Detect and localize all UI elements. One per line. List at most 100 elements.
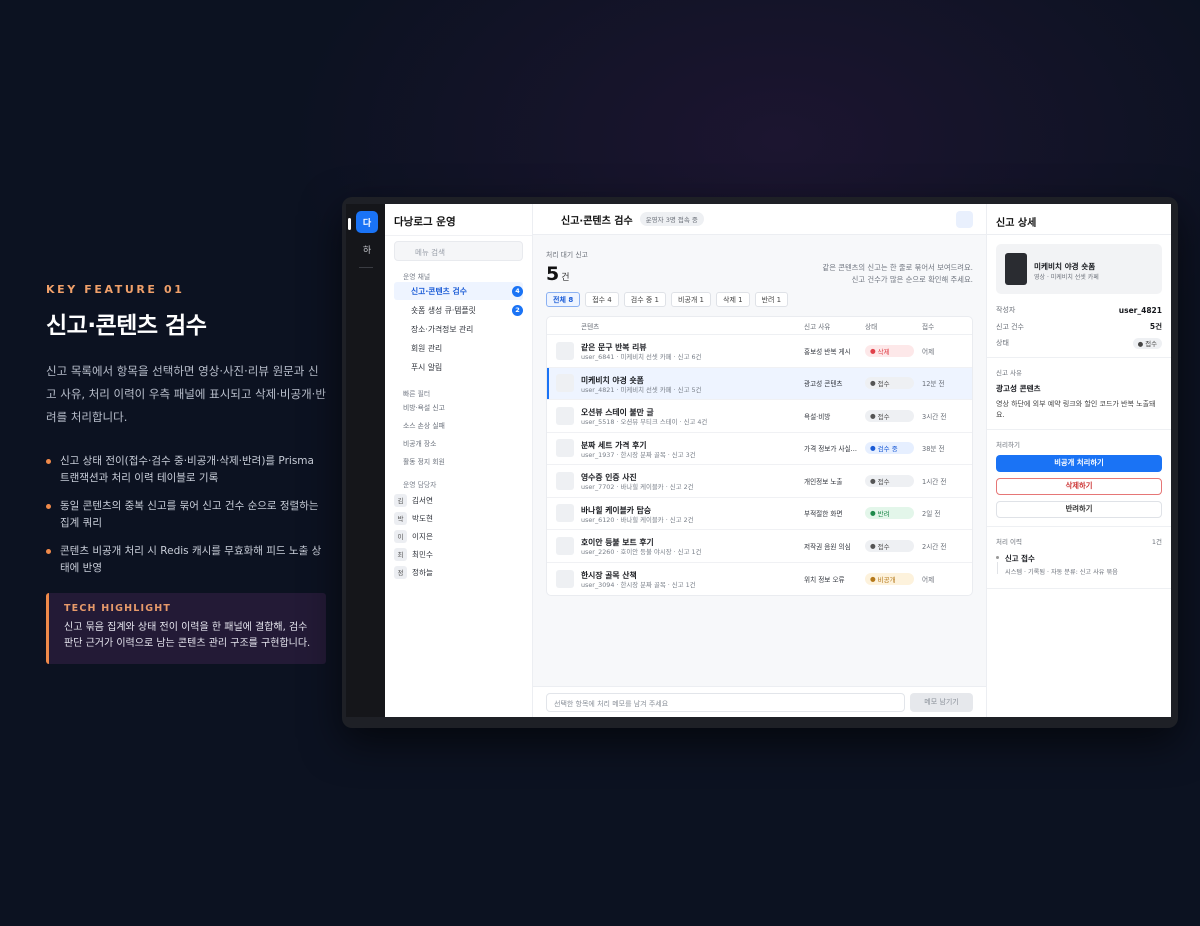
- table-row[interactable]: 한시장 골목 산책 user_3094 · 한시장 분짜 골목 · 신고 1건 위치…: [547, 563, 972, 596]
- row-reason: 가격 정보가 사실...: [804, 445, 857, 454]
- page-title: 신고·콘텐츠 검수: [561, 215, 633, 227]
- history-item: 신고 접수 시스템 · 기록됨 · 자동 분류: 신고 사유 묶음: [996, 553, 1162, 576]
- tech-highlight-title: TECH HIGHLIGHT: [64, 603, 172, 614]
- avatar: 정: [394, 565, 407, 579]
- menu-search-input[interactable]: 메뉴 검색: [394, 241, 523, 261]
- content-thumbnail: [556, 536, 574, 555]
- report-count-row: 신고 건수 5건: [996, 322, 1162, 332]
- tech-highlight: TECH HIGHLIGHT 신고 묶음 집계와 상태 전이 이력을 한 패널에…: [46, 593, 326, 664]
- tab-received[interactable]: 접수 4: [585, 292, 619, 307]
- status-badge: ● 접수: [865, 409, 914, 422]
- row-subtitle: user_5518 · 오션뷰 부티크 스테이 · 신고 4건: [581, 418, 708, 426]
- count-badge: 4: [512, 285, 523, 297]
- table-body: 같은 문구 반복 리뷰 user_6841 · 미케비치 선셋 카페 · 신고 6…: [547, 335, 972, 595]
- workspace-rail: 다 하: [346, 204, 385, 717]
- quick-filter-item[interactable]: 비공개 장소: [394, 434, 523, 452]
- workspace-button-secondary[interactable]: 하: [356, 238, 378, 260]
- content-preview-card[interactable]: 미케비치 야경 숏폼 영상 · 미케비치 선셋 카페: [996, 244, 1162, 294]
- main-body: 처리 대기 신고 5건 같은 콘텐츠의 신고는 한 줄로 묶어서 보여드려요. 신…: [533, 235, 986, 686]
- sidebar: 다낭로그 운영 메뉴 검색 운영 채널 신고·콘텐츠 검수 4 숏폼 생성 큐·템…: [385, 204, 533, 717]
- workspace-button-primary[interactable]: 다: [356, 211, 378, 233]
- content-thumbnail: [556, 439, 574, 458]
- reject-button[interactable]: 반려하기: [996, 500, 1162, 518]
- status-badge: ● 접수: [865, 377, 914, 390]
- sidebar-item-report-review[interactable]: 신고·콘텐츠 검수 4: [394, 282, 523, 300]
- row-subtitle: user_6841 · 미케비치 선셋 카페 · 신고 6건: [581, 353, 702, 361]
- brand-title: 다낭로그 운영: [385, 204, 532, 236]
- tab-all[interactable]: 전체 8: [546, 292, 581, 307]
- owner-item[interactable]: 정 정하늘: [394, 563, 523, 581]
- status-badge: ● 접수: [865, 474, 914, 487]
- feature-presentation: KEY FEATURE 01 신고·콘텐츠 검수 신고 목록에서 항목을 선택하…: [46, 283, 326, 664]
- column-reason: 신고 사유: [804, 322, 831, 331]
- laptop-frame: 다 하 다낭로그 운영 메뉴 검색 운영 채널 신고·콘텐츠 검수 4 숏폼 생성…: [342, 197, 1178, 728]
- row-reason: 광고성 콘텐츠: [804, 380, 843, 389]
- rail-active-indicator: [348, 218, 351, 230]
- app-screen: 다 하 다낭로그 운영 메뉴 검색 운영 채널 신고·콘텐츠 검수 4 숏폼 생성…: [346, 204, 1171, 717]
- private-button[interactable]: 비공개 처리하기: [996, 454, 1162, 472]
- table-row[interactable]: 호이안 등불 보트 후기 user_2260 · 호이안 등불 야시장 · 신고 …: [547, 530, 972, 563]
- header-action-button[interactable]: [956, 211, 973, 228]
- action-section: 처리하기 비공개 처리하기 삭제하기 반려하기: [987, 428, 1171, 526]
- sidebar-item-places[interactable]: 장소·가격정보 관리: [394, 320, 523, 338]
- row-time: 2시간 전: [922, 542, 947, 551]
- column-time: 접수: [922, 322, 935, 331]
- row-time: 어제: [922, 575, 935, 584]
- preview-subtitle: 영상 · 미케비치 선셋 카페: [1034, 274, 1099, 281]
- avatar: 이: [394, 529, 407, 543]
- row-reason: 욕설·비방: [804, 412, 831, 421]
- owner-item[interactable]: 최 최민수: [394, 545, 523, 563]
- table-row[interactable]: 미케비치 야경 숏폼 user_4821 · 미케비치 선셋 카페 · 신고 5건…: [547, 367, 972, 400]
- section-filter-label: 빠른 필터: [403, 390, 431, 398]
- delete-button[interactable]: 삭제하기: [996, 477, 1162, 495]
- feature-bullet: 콘텐츠 비공개 처리 시 Redis 캐시를 무효화해 피드 노출 상태에 반영: [46, 543, 326, 577]
- tab-private[interactable]: 비공개 1: [671, 292, 711, 307]
- row-time: 3시간 전: [922, 412, 947, 421]
- bullet-dot-icon: [46, 459, 51, 464]
- sidebar-item-members[interactable]: 회원 관리: [394, 339, 523, 357]
- count-badge: 2: [512, 304, 523, 316]
- owner-item[interactable]: 박 박도현: [394, 509, 523, 527]
- preview-title: 미케비치 야경 숏폼: [1034, 262, 1096, 271]
- table-row[interactable]: 영수증 인증 사진 user_7702 · 바나힐 케이블카 · 신고 2건 개인정…: [547, 465, 972, 498]
- tab-reviewing[interactable]: 검수 중 1: [623, 292, 666, 307]
- memo-input[interactable]: 선택한 항목에 처리 메모를 남겨 주세요: [546, 692, 905, 712]
- owner-item[interactable]: 이 이지은: [394, 527, 523, 545]
- content-thumbnail: [556, 406, 574, 425]
- quick-filter-item[interactable]: 비방·욕설 신고: [394, 398, 523, 416]
- sidebar-item-shortform-queue[interactable]: 숏폼 생성 큐·템플릿 2: [394, 301, 523, 319]
- rail-divider: [359, 267, 373, 268]
- sidebar-item-push[interactable]: 푸시 알림: [394, 358, 523, 376]
- table-row[interactable]: 오션뷰 스테이 불만 글 user_5518 · 오션뷰 부티크 스테이 · 신고…: [547, 400, 972, 433]
- table-header: 콘텐츠 신고 사유 상태 접수: [547, 317, 972, 335]
- tab-rejected[interactable]: 반려 1: [754, 292, 789, 307]
- owner-item[interactable]: 김 김서연: [394, 491, 523, 509]
- status-badge: ● 비공개: [865, 572, 914, 585]
- section-owner-label: 운영 담당자: [403, 481, 437, 489]
- video-thumbnail: [1005, 253, 1027, 285]
- row-time: 1시간 전: [922, 477, 947, 486]
- column-status: 상태: [865, 322, 878, 331]
- table-row[interactable]: 분짜 세트 가격 후기 user_1937 · 한시장 분짜 골목 · 신고 3건…: [547, 433, 972, 465]
- content-thumbnail: [556, 374, 574, 393]
- main-panel: 신고·콘텐츠 검수 운영자 3명 접속 중 처리 대기 신고 5건 같은 콘텐츠…: [533, 204, 987, 717]
- bullet-dot-icon: [46, 549, 51, 554]
- online-operators-chip: 운영자 3명 접속 중: [639, 212, 704, 226]
- table-row[interactable]: 같은 문구 반복 리뷰 user_6841 · 미케비치 선셋 카페 · 신고 6…: [547, 335, 972, 368]
- quick-filter-item[interactable]: 활동 정지 회원: [394, 452, 523, 470]
- queue-note: 같은 콘텐츠의 신고는 한 줄로 묶어서 보여드려요. 신고 건수가 많은 순으로…: [822, 263, 974, 284]
- memo-submit-button[interactable]: 메모 남기기: [910, 692, 973, 712]
- feature-title: 신고·콘텐츠 검수: [46, 313, 207, 339]
- quick-filter-item[interactable]: 소스 손상 실패: [394, 416, 523, 434]
- table-row[interactable]: 바나힐 케이블카 탑승 user_6120 · 바나힐 케이블카 · 신고 2건 부…: [547, 498, 972, 530]
- row-subtitle: user_6120 · 바나힐 케이블카 · 신고 2건: [581, 515, 694, 524]
- row-subtitle: user_7702 · 바나힐 케이블카 · 신고 2건: [581, 483, 694, 491]
- row-time: 38분 전: [922, 445, 945, 454]
- row-reason: 저작권 음원 의심: [804, 542, 851, 551]
- feature-bullets: 신고 상태 전이(접수·검수 중·비공개·삭제·반려)를 Prisma 트랜잭션…: [46, 453, 326, 577]
- tab-deleted[interactable]: 삭제 1: [716, 292, 750, 307]
- avatar: 김: [394, 493, 407, 507]
- status-row: 상태 ● 접수: [996, 335, 1162, 352]
- content-thumbnail: [556, 341, 574, 360]
- row-reason: 위치 정보 오류: [804, 575, 845, 584]
